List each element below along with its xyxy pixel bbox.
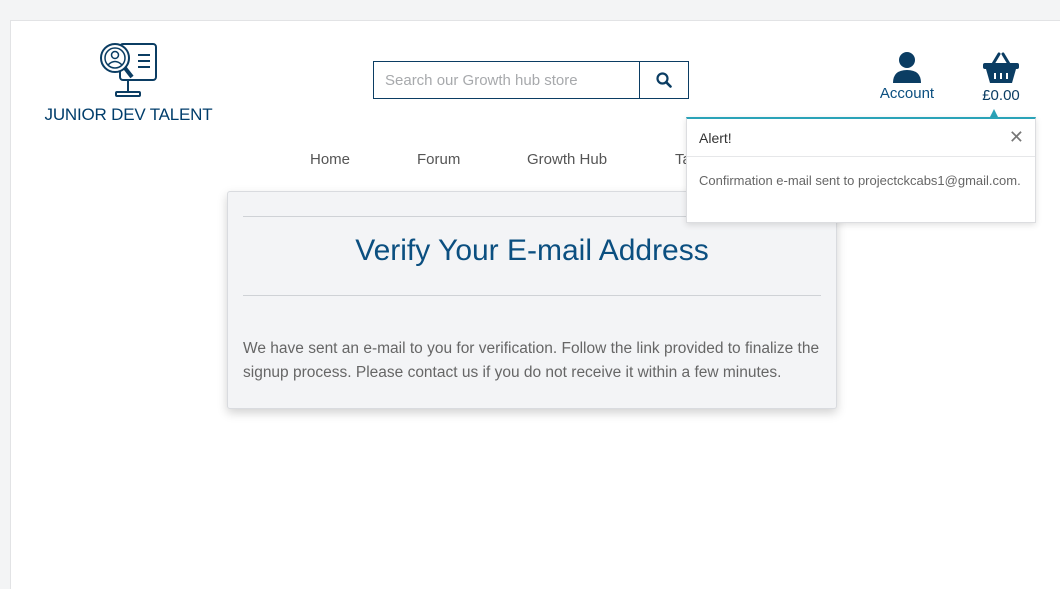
verify-email-card: Verify Your E-mail Address We have sent … [227,191,837,409]
alert-title: Alert! [699,130,732,146]
user-icon [893,52,921,83]
alert-popover: Alert! ✕ Confirmation e-mail sent to pro… [686,117,1036,223]
cart-total: £0.00 [982,87,1020,104]
account-link[interactable]: Account [871,51,943,102]
account-label: Account [879,85,935,102]
basket-icon [983,52,1019,83]
logo[interactable]: JUNIOR DEV TALENT [41,41,216,125]
search-icon [656,72,672,88]
alert-header: Alert! ✕ [687,119,1035,157]
developer-logo-icon [99,43,157,97]
logo-text: JUNIOR DEV TALENT [44,105,213,124]
nav-item-home[interactable]: Home [310,151,350,168]
search-input[interactable] [374,62,639,98]
search-bar [373,61,689,99]
verification-message: We have sent an e-mail to you for verifi… [243,340,820,381]
page-container: JUNIOR DEV TALENT Account £0.00 Home [10,20,1060,589]
alert-pointer [990,109,998,117]
nav-item-growth-hub[interactable]: Growth Hub [527,151,607,168]
nav-item-forum[interactable]: Forum [417,151,460,168]
page-title: Verify Your E-mail Address [355,234,709,267]
search-button[interactable] [639,62,688,98]
divider [243,295,821,296]
cart-link[interactable]: £0.00 [971,51,1031,104]
close-icon[interactable]: ✕ [1009,128,1024,146]
alert-message: Confirmation e-mail sent to projectckcab… [699,173,1021,188]
